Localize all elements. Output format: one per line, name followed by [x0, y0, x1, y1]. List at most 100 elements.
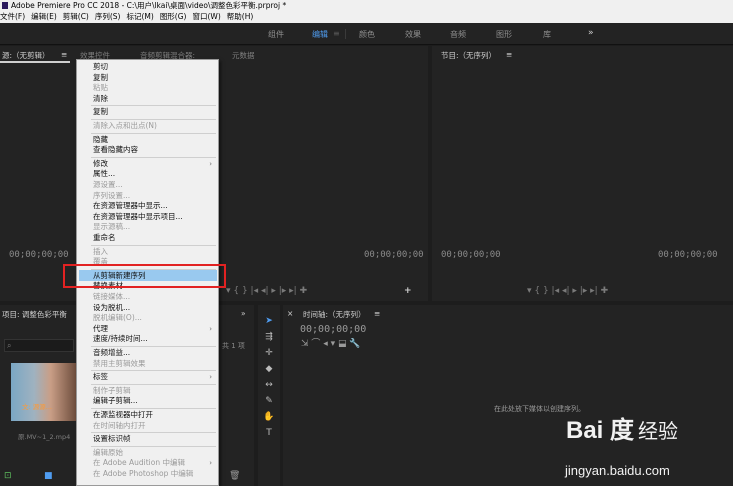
context-menu-item-label: 清除	[93, 93, 108, 103]
context-menu-item: 序列设置...	[93, 191, 216, 201]
track-select-tool-icon[interactable]: ⇶	[263, 331, 275, 343]
source-timecode[interactable]: 00;00;00;00	[9, 250, 69, 260]
close-icon[interactable]: ×	[287, 309, 293, 318]
context-menu-item: 脱机编辑(O)...	[93, 313, 216, 323]
workspace-tab-graphics[interactable]: 图形	[496, 29, 512, 40]
context-menu-item[interactable]: 复制	[93, 107, 216, 117]
tab-project[interactable]: 项目: 调整色彩平衡	[2, 309, 67, 320]
active-tab-underline	[0, 61, 70, 63]
ripple-edit-tool-icon[interactable]: ✛	[263, 347, 275, 359]
context-menu-item[interactable]: 修改 ›	[93, 159, 216, 169]
context-menu-item[interactable]: 剪切	[93, 62, 216, 72]
program-timecode[interactable]: 00;00;00;00	[441, 250, 501, 260]
context-menu-item[interactable]: 在源监视器中打开	[93, 410, 216, 420]
source-transport-controls[interactable]: ▾ { } |◂ ◂| ▸ |▸ ▸| ✚	[226, 286, 307, 296]
menu-clip[interactable]: 剪辑(C)	[63, 12, 89, 21]
context-menu-item-label: 序列设置...	[93, 190, 131, 200]
menu-file[interactable]: 文件(F)	[0, 12, 25, 21]
context-menu-item[interactable]: 查看隐藏内容	[93, 145, 216, 155]
panel-menu-icon[interactable]: ≡	[61, 50, 67, 59]
menu-graphics[interactable]: 图形(G)	[160, 12, 187, 21]
context-menu-item: 编辑原始	[93, 448, 216, 458]
context-menu-item[interactable]: 标签 ›	[93, 372, 216, 382]
clip-thumbnail[interactable]: 文: 源源...	[11, 363, 77, 421]
timeline-menu-icon[interactable]: ≡	[374, 309, 380, 318]
context-menu-item: 清除入点和出点(N)	[93, 121, 216, 131]
context-menu-item[interactable]: 音频增益...	[93, 348, 216, 358]
project-overflow-icon[interactable]: »	[241, 309, 246, 318]
tab-program[interactable]: 节目:（无序列）	[441, 50, 496, 61]
submenu-arrow-icon: ›	[209, 159, 212, 168]
workspace-tab-audio[interactable]: 音频	[450, 29, 466, 40]
context-menu-item-label: 在源监视器中打开	[93, 410, 153, 419]
workspace-menu-icon[interactable]: ≡	[333, 29, 340, 38]
menu-window[interactable]: 窗口(W)	[192, 12, 220, 21]
slip-tool-icon[interactable]: ↔	[263, 379, 275, 391]
menu-marker[interactable]: 标记(M)	[126, 12, 153, 21]
context-menu-item[interactable]: 属性...	[93, 169, 216, 179]
program-transport-controls[interactable]: ▾ { } |◂ ◂| ▸ |▸ ▸| ✚	[527, 286, 608, 296]
premiere-app-icon	[2, 2, 8, 9]
workspace-tab-libraries[interactable]: 库	[543, 29, 551, 40]
timeline-panel-tabs: × 时间轴:（无序列） ≡	[283, 305, 733, 321]
project-search-input[interactable]: ⌕	[4, 339, 74, 352]
context-menu-item[interactable]: 重命名	[93, 233, 216, 243]
workspace-tab-effects[interactable]: 效果	[405, 29, 421, 40]
premiere-window: Adobe Premiere Pro CC 2018 - C:\用户\lkai\…	[0, 0, 733, 486]
clip-thumbnail-image	[11, 363, 77, 421]
menu-separator	[91, 445, 216, 447]
context-menu-item[interactable]: 代理 ›	[93, 324, 216, 334]
context-menu-item[interactable]: 复制	[93, 73, 216, 83]
context-menu-item-label: 插入	[93, 246, 108, 256]
menu-help[interactable]: 帮助(H)	[227, 12, 254, 21]
context-menu-item: 在 Adobe Photoshop 中编辑	[93, 469, 216, 479]
trash-icon[interactable]: 🗑	[229, 471, 240, 481]
context-menu-item-label: 在 Adobe Audition 中编辑	[93, 458, 185, 468]
workspace-tab-editing[interactable]: 编辑	[312, 29, 328, 40]
context-menu-item[interactable]: 隐藏	[93, 135, 216, 145]
context-menu-item[interactable]: 在资源管理器中显示项目...	[93, 212, 216, 222]
type-tool-icon[interactable]: T	[263, 427, 275, 439]
tab-metadata[interactable]: 元数据	[232, 50, 255, 61]
tab-source[interactable]: 源:（无剪辑）	[2, 50, 50, 61]
submenu-arrow-icon: ›	[209, 324, 212, 333]
context-menu-item[interactable]: 在资源管理器中显示...	[93, 201, 216, 211]
context-menu-item-label: 代理	[93, 323, 108, 333]
source-add-button[interactable]: +	[404, 286, 412, 296]
workspace-overflow-icon[interactable]: »	[588, 28, 594, 38]
program-panel-menu-icon[interactable]: ≡	[506, 50, 512, 59]
workspace-tab-color[interactable]: 颜色	[359, 29, 375, 40]
context-menu-item: 粘贴	[93, 83, 216, 93]
timeline-snap-tools[interactable]: ⇲ ⌒ ◂ ▾ ⬓ 🔧	[301, 336, 361, 349]
hand-tool-icon[interactable]: ✋	[263, 411, 275, 423]
context-menu-item-label: 源设置...	[93, 180, 123, 189]
context-menu-item-label: 重命名	[93, 233, 116, 242]
context-menu-item[interactable]: 速度/持续时间...	[93, 334, 216, 344]
menu-sequence[interactable]: 序列(S)	[95, 12, 121, 21]
context-menu-item-label: 链接媒体...	[93, 292, 131, 301]
context-menu-item[interactable]: 设为脱机...	[93, 303, 216, 313]
context-menu-item[interactable]: 从剪辑新建序列	[79, 269, 217, 281]
menu-bar: 文件(F) 编辑(E) 剪辑(C) 序列(S) 标记(M) 图形(G) 窗口(W) 帮助(H)	[0, 11, 733, 23]
icon-view-icon[interactable]: ■	[44, 471, 53, 481]
clip-name-label[interactable]: 原.MV~1_2.mp4	[18, 431, 70, 441]
pen-tool-icon[interactable]: ✎	[263, 395, 275, 407]
timeline-timecode[interactable]: 00;00;00;00	[300, 324, 366, 335]
list-view-icon[interactable]: ⊡	[4, 471, 12, 481]
menu-edit[interactable]: 编辑(E)	[31, 12, 57, 21]
tab-timeline[interactable]: 时间轴:（无序列）	[303, 309, 366, 320]
context-menu-item[interactable]: 设置标识帧	[93, 434, 216, 444]
window-title: Adobe Premiere Pro CC 2018 - C:\用户\lkai\…	[11, 1, 287, 10]
menu-separator	[91, 346, 216, 347]
project-context-menu: 剪切 复制 粘贴 清除 复制 清除入点和出点(N) 隐藏 查看隐藏内容 修改 › 属性... 源设置.…	[76, 59, 219, 486]
selection-tool-icon[interactable]: ➤	[263, 315, 275, 327]
razor-tool-icon[interactable]: ◆	[263, 363, 275, 375]
workspace-tab-assembly[interactable]: 组件	[268, 29, 284, 40]
context-menu-item[interactable]: 编辑子剪辑...	[93, 396, 216, 406]
context-menu-item-label: 脱机编辑(O)...	[93, 313, 142, 323]
context-menu-item-label: 从剪辑新建序列	[93, 270, 146, 280]
submenu-arrow-icon: ›	[209, 373, 212, 382]
menu-separator	[91, 105, 216, 107]
context-menu-item[interactable]: 清除	[93, 94, 216, 104]
context-menu-item-label: 显示源稿...	[93, 222, 131, 232]
